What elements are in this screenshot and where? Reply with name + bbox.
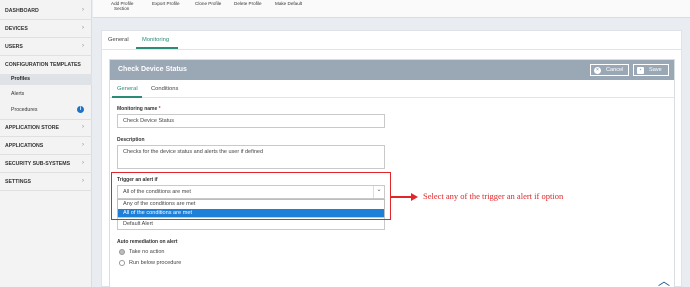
- chevron-right-icon: ›: [82, 25, 84, 31]
- export-profile-button[interactable]: Export Profile: [152, 1, 180, 6]
- chevron-right-icon: ›: [82, 43, 84, 49]
- button-label: Section: [114, 6, 130, 11]
- toolbar: Add Profile Section Export Profile Clone…: [93, 0, 690, 18]
- divider: [0, 37, 92, 38]
- save-button[interactable]: ▪ Save: [633, 64, 669, 76]
- main-panel: General Monitoring Check Device Status ×…: [101, 30, 682, 287]
- sidebar-item-users[interactable]: USERS ›: [0, 43, 92, 50]
- tab-conditions[interactable]: Conditions: [151, 86, 178, 92]
- description-label: Description: [117, 137, 145, 143]
- sidebar-item-devices[interactable]: DEVICES ›: [0, 25, 92, 32]
- sidebar-item-security-sub-systems[interactable]: SECURITY SUB-SYSTEMS ›: [0, 160, 92, 167]
- tab-active-indicator: [136, 47, 178, 49]
- divider: [0, 119, 92, 120]
- divider: [0, 154, 92, 155]
- save-icon: ▪: [637, 67, 644, 74]
- make-default-button[interactable]: Make Default: [275, 1, 302, 6]
- clone-profile-button[interactable]: Clone Profile: [195, 1, 221, 6]
- radio-run-below-procedure[interactable]: [119, 260, 125, 266]
- delete-profile-button[interactable]: Delete Profile: [234, 1, 262, 6]
- tab-active-indicator: [112, 96, 142, 98]
- monitoring-name-label: Monitoring name *: [117, 106, 161, 112]
- sidebar-item-application-store[interactable]: APPLICATION STORE ›: [0, 124, 92, 131]
- sidebar-item-label: SETTINGS: [5, 179, 31, 185]
- annotation-text: Select any of the trigger an alert if op…: [423, 191, 564, 201]
- sidebar-item-alerts[interactable]: Alerts: [0, 91, 92, 97]
- divider: [0, 55, 92, 56]
- sidebar-item-label: APPLICATION STORE: [5, 125, 59, 131]
- chevron-up-icon[interactable]: ︿: [658, 272, 670, 287]
- main-tabs: General Monitoring: [102, 31, 681, 50]
- radio-take-no-action[interactable]: [119, 249, 125, 255]
- button-label: Save: [649, 67, 662, 73]
- card-title: Check Device Status: [118, 66, 187, 73]
- sidebar-item-dashboard[interactable]: DASHBOARD ›: [0, 7, 92, 14]
- sidebar-item-applications[interactable]: APPLICATIONS ›: [0, 142, 92, 149]
- info-icon[interactable]: i: [77, 106, 84, 113]
- sidebar: DASHBOARD › DEVICES › USERS › CONFIGURATION…: [0, 0, 92, 287]
- card-header: Check Device Status × Cancel ▪ Save: [110, 60, 674, 80]
- sidebar-item-profiles[interactable]: Profiles: [0, 74, 92, 85]
- divider: [0, 190, 92, 191]
- sidebar-item-settings[interactable]: SETTINGS ›: [0, 178, 92, 185]
- sidebar-item-label: SECURITY SUB-SYSTEMS: [5, 161, 71, 167]
- arrow-right-icon: [411, 193, 418, 201]
- sub-tabs: General Conditions: [110, 80, 674, 98]
- auto-remediation-label: Auto remediation on alert: [117, 239, 178, 245]
- label-text: Monitoring name: [117, 106, 158, 112]
- sidebar-item-configuration-templates[interactable]: CONFIGURATION TEMPLATES: [0, 62, 92, 68]
- radio-label: Take no action: [129, 249, 165, 255]
- monitoring-name-input[interactable]: Check Device Status: [117, 114, 385, 128]
- annotation-arrow-line: [391, 196, 413, 198]
- sidebar-item-label: Alerts: [11, 91, 25, 97]
- annotation-highlight-box: [111, 172, 391, 220]
- sidebar-item-label: Profiles: [11, 76, 31, 82]
- cancel-button[interactable]: × Cancel: [590, 64, 629, 76]
- divider: [0, 19, 92, 20]
- required-mark: *: [158, 106, 161, 112]
- sidebar-item-label: CONFIGURATION TEMPLATES: [5, 62, 81, 68]
- tab-general[interactable]: General: [108, 37, 129, 43]
- chevron-right-icon: ›: [82, 7, 84, 13]
- tab-general[interactable]: General: [117, 86, 138, 92]
- tab-monitoring[interactable]: Monitoring: [142, 37, 169, 43]
- button-label: Cancel: [606, 67, 624, 73]
- chevron-right-icon: ›: [82, 178, 84, 184]
- sidebar-item-label: USERS: [5, 44, 23, 50]
- chevron-right-icon: ›: [82, 142, 84, 148]
- cancel-icon: ×: [594, 67, 601, 74]
- chevron-right-icon: ›: [82, 160, 84, 166]
- radio-label: Run below procedure: [129, 260, 182, 266]
- chevron-right-icon: ›: [82, 124, 84, 130]
- add-profile-section-button[interactable]: Add Profile Section: [111, 1, 133, 11]
- divider: [0, 172, 92, 173]
- divider: [0, 136, 92, 137]
- sidebar-item-label: DEVICES: [5, 26, 28, 32]
- description-textarea[interactable]: Checks for the device status and alerts …: [117, 145, 385, 169]
- sidebar-item-label: DASHBOARD: [5, 8, 39, 14]
- sidebar-item-label: APPLICATIONS: [5, 143, 44, 149]
- sidebar-item-label: Procedures: [11, 107, 38, 113]
